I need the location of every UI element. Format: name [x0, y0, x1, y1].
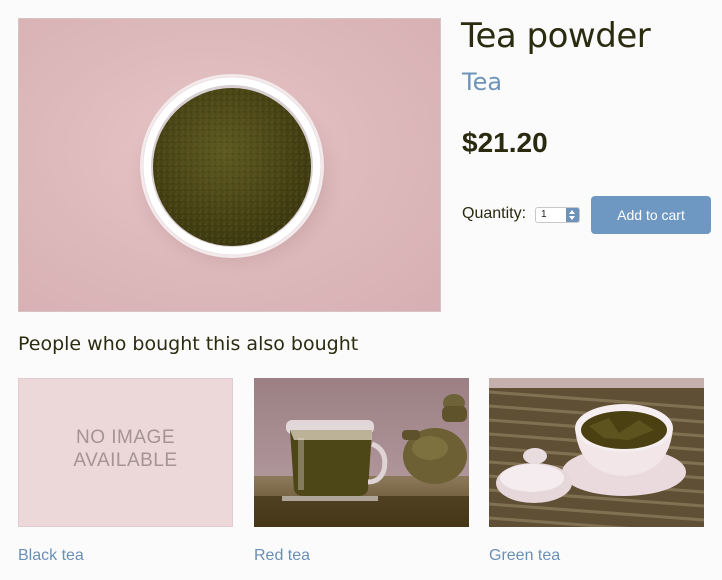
no-image-line1: NO IMAGE [75, 427, 175, 448]
tea-powder-bowl-icon [124, 74, 348, 279]
related-item[interactable]: NO IMAGE AVAILABLE Black tea [18, 378, 233, 564]
related-item-link[interactable]: Black tea [18, 547, 84, 565]
chevron-down-icon[interactable] [569, 216, 575, 220]
related-item-link[interactable]: Green tea [489, 547, 560, 565]
red-tea-glass-icon[interactable] [254, 378, 469, 527]
chevron-up-icon[interactable] [569, 210, 575, 214]
related-item[interactable]: Red tea [254, 378, 469, 564]
no-image-placeholder-icon[interactable]: NO IMAGE AVAILABLE [18, 378, 233, 527]
related-item[interactable]: Green tea [489, 378, 704, 564]
quantity-stepper[interactable]: 1 [535, 207, 580, 223]
no-image-text: NO IMAGE AVAILABLE [19, 426, 232, 472]
quantity-value: 1 [541, 209, 547, 220]
related-heading: People who bought this also bought [18, 333, 359, 355]
product-category-link[interactable]: Tea [462, 68, 502, 96]
no-image-line2: AVAILABLE [73, 450, 178, 471]
quantity-label: Quantity: [462, 205, 527, 222]
purchase-row: Quantity: 1 Add to cart [462, 196, 714, 234]
green-tea-bowl-icon[interactable] [489, 378, 704, 527]
product-image [18, 18, 441, 312]
add-to-cart-button[interactable]: Add to cart [591, 196, 711, 234]
stepper-arrows-icon[interactable] [566, 208, 579, 222]
product-price: $21.20 [462, 127, 548, 158]
related-item-link[interactable]: Red tea [254, 547, 310, 565]
product-title: Tea powder [461, 16, 651, 56]
